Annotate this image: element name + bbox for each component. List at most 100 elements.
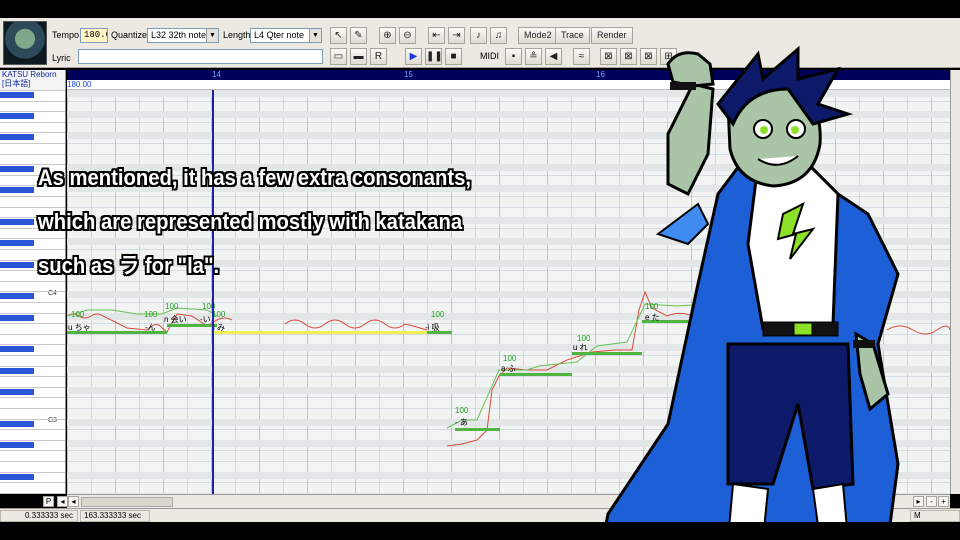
black-key[interactable] [0,314,34,321]
lyric-label: Lyric [52,53,71,63]
scroll-left-button[interactable]: ◂ [57,496,68,507]
white-key[interactable] [0,90,65,91]
playback-cursor[interactable] [212,90,214,494]
note-lyric: a ふ [501,364,516,373]
white-key[interactable] [0,408,65,409]
white-key[interactable] [0,153,65,155]
black-key[interactable] [0,92,34,98]
note-lyric: -ん [145,323,156,332]
lyric-input[interactable] [78,49,323,64]
page-button[interactable]: P [43,496,54,507]
pencil-tool-icon[interactable]: ✎ [350,27,367,44]
stop-icon[interactable]: ■ [445,48,462,65]
tempo-label: Tempo [52,30,80,40]
length-select[interactable]: L4 Qter note [250,28,322,43]
white-key[interactable] [0,365,65,367]
note-prev-icon[interactable]: ♪ [470,27,487,44]
note-lyric: u ちゃ [68,323,91,332]
white-key[interactable] [0,344,65,346]
black-key[interactable] [0,420,34,427]
velocity-label: 100 [455,406,469,415]
white-key[interactable] [0,111,65,113]
black-key[interactable] [0,367,34,374]
midi-stop-icon[interactable]: ▪ [505,48,522,65]
black-key[interactable] [0,187,34,194]
letterbox-top [0,0,960,18]
white-key[interactable] [0,439,65,441]
black-key[interactable] [0,346,34,353]
caption-line-1: As mentioned, it has a few extra consona… [38,165,472,190]
quantize-select[interactable]: L32 32th note [147,28,219,43]
scroll-thumb[interactable] [81,497,173,507]
black-key[interactable] [0,134,34,141]
white-key[interactable] [0,429,65,431]
go-end-icon[interactable]: ⇥ [448,27,465,44]
note-block-selected[interactable] [212,331,432,334]
white-key[interactable] [0,121,65,123]
black-key[interactable] [0,441,34,448]
white-key[interactable] [0,482,65,484]
white-key[interactable] [0,355,65,356]
velocity-label: 100 [431,310,445,319]
note-next-icon[interactable]: ♫ [490,27,507,44]
render-button[interactable]: Render [591,27,633,44]
go-start-icon[interactable]: ⇤ [428,27,445,44]
black-key[interactable] [0,240,34,247]
tempo-input[interactable]: 180.0 [80,28,108,43]
white-key[interactable] [0,492,65,494]
zoom-in-icon[interactable]: ⊕ [379,27,396,44]
track-header: KATSU Reborn [日本語] [0,70,66,90]
edit-vibrato-icon[interactable]: ▬ [350,48,367,65]
character-illustration [601,45,900,540]
play-icon[interactable]: ▶ [405,48,422,65]
white-key[interactable] [0,471,65,473]
note-block[interactable] [455,428,500,431]
note-lyric: -い [200,315,211,324]
white-key[interactable] [0,312,65,314]
white-key[interactable] [0,323,65,325]
white-key[interactable] [0,302,65,303]
metronome-icon[interactable]: ≗ [525,48,542,65]
mode2-button[interactable]: Mode2 [518,27,558,44]
pause-icon[interactable]: ❚❚ [425,48,443,65]
caption-overlay: As mentioned, it has a few extra consona… [38,156,553,288]
track-name: KATSU Reborn [2,70,57,79]
black-key[interactable] [0,473,34,480]
env-tool-1-icon[interactable]: ≈ [573,48,590,65]
white-key[interactable] [0,386,65,388]
edit-note-icon[interactable]: ▭ [330,48,347,65]
black-key[interactable] [0,219,34,226]
scroll-left-arrow-icon[interactable]: ◂ [68,496,79,507]
white-key[interactable] [0,132,65,134]
black-key[interactable] [0,293,34,300]
white-key[interactable] [0,461,65,462]
edit-rest-icon[interactable]: R [370,48,387,65]
pointer-tool-icon[interactable]: ↖ [330,27,347,44]
white-key[interactable] [0,143,65,144]
piano-keyboard[interactable]: C4 C3 [0,90,66,494]
white-key[interactable] [0,397,65,399]
singer-avatar[interactable] [3,21,47,65]
speaker-icon[interactable]: ◀ [545,48,562,65]
velocity-label: 100 [71,310,85,319]
black-key[interactable] [0,166,34,173]
white-key[interactable] [0,291,65,293]
white-key[interactable] [0,418,65,420]
length-label: Length [223,30,251,40]
velocity-label: 100 [144,310,158,319]
velocity-label: 100 [212,310,226,319]
status-time-right: 163.333333 sec [80,510,150,522]
note-lyric: -i 吸 [425,323,440,332]
note-lyric: - あ [455,418,468,427]
black-key[interactable] [0,388,34,395]
caption-line-3: such as ラ for "la". [38,253,220,278]
black-key[interactable] [0,113,34,120]
white-key[interactable] [0,100,65,102]
white-key[interactable] [0,450,65,452]
zoom-out-icon[interactable]: ⊖ [399,27,416,44]
white-key[interactable] [0,376,65,378]
black-key[interactable] [0,261,34,268]
quantize-label: Quantize [111,30,148,40]
trace-button[interactable]: Trace [555,27,590,44]
white-key[interactable] [0,333,65,335]
